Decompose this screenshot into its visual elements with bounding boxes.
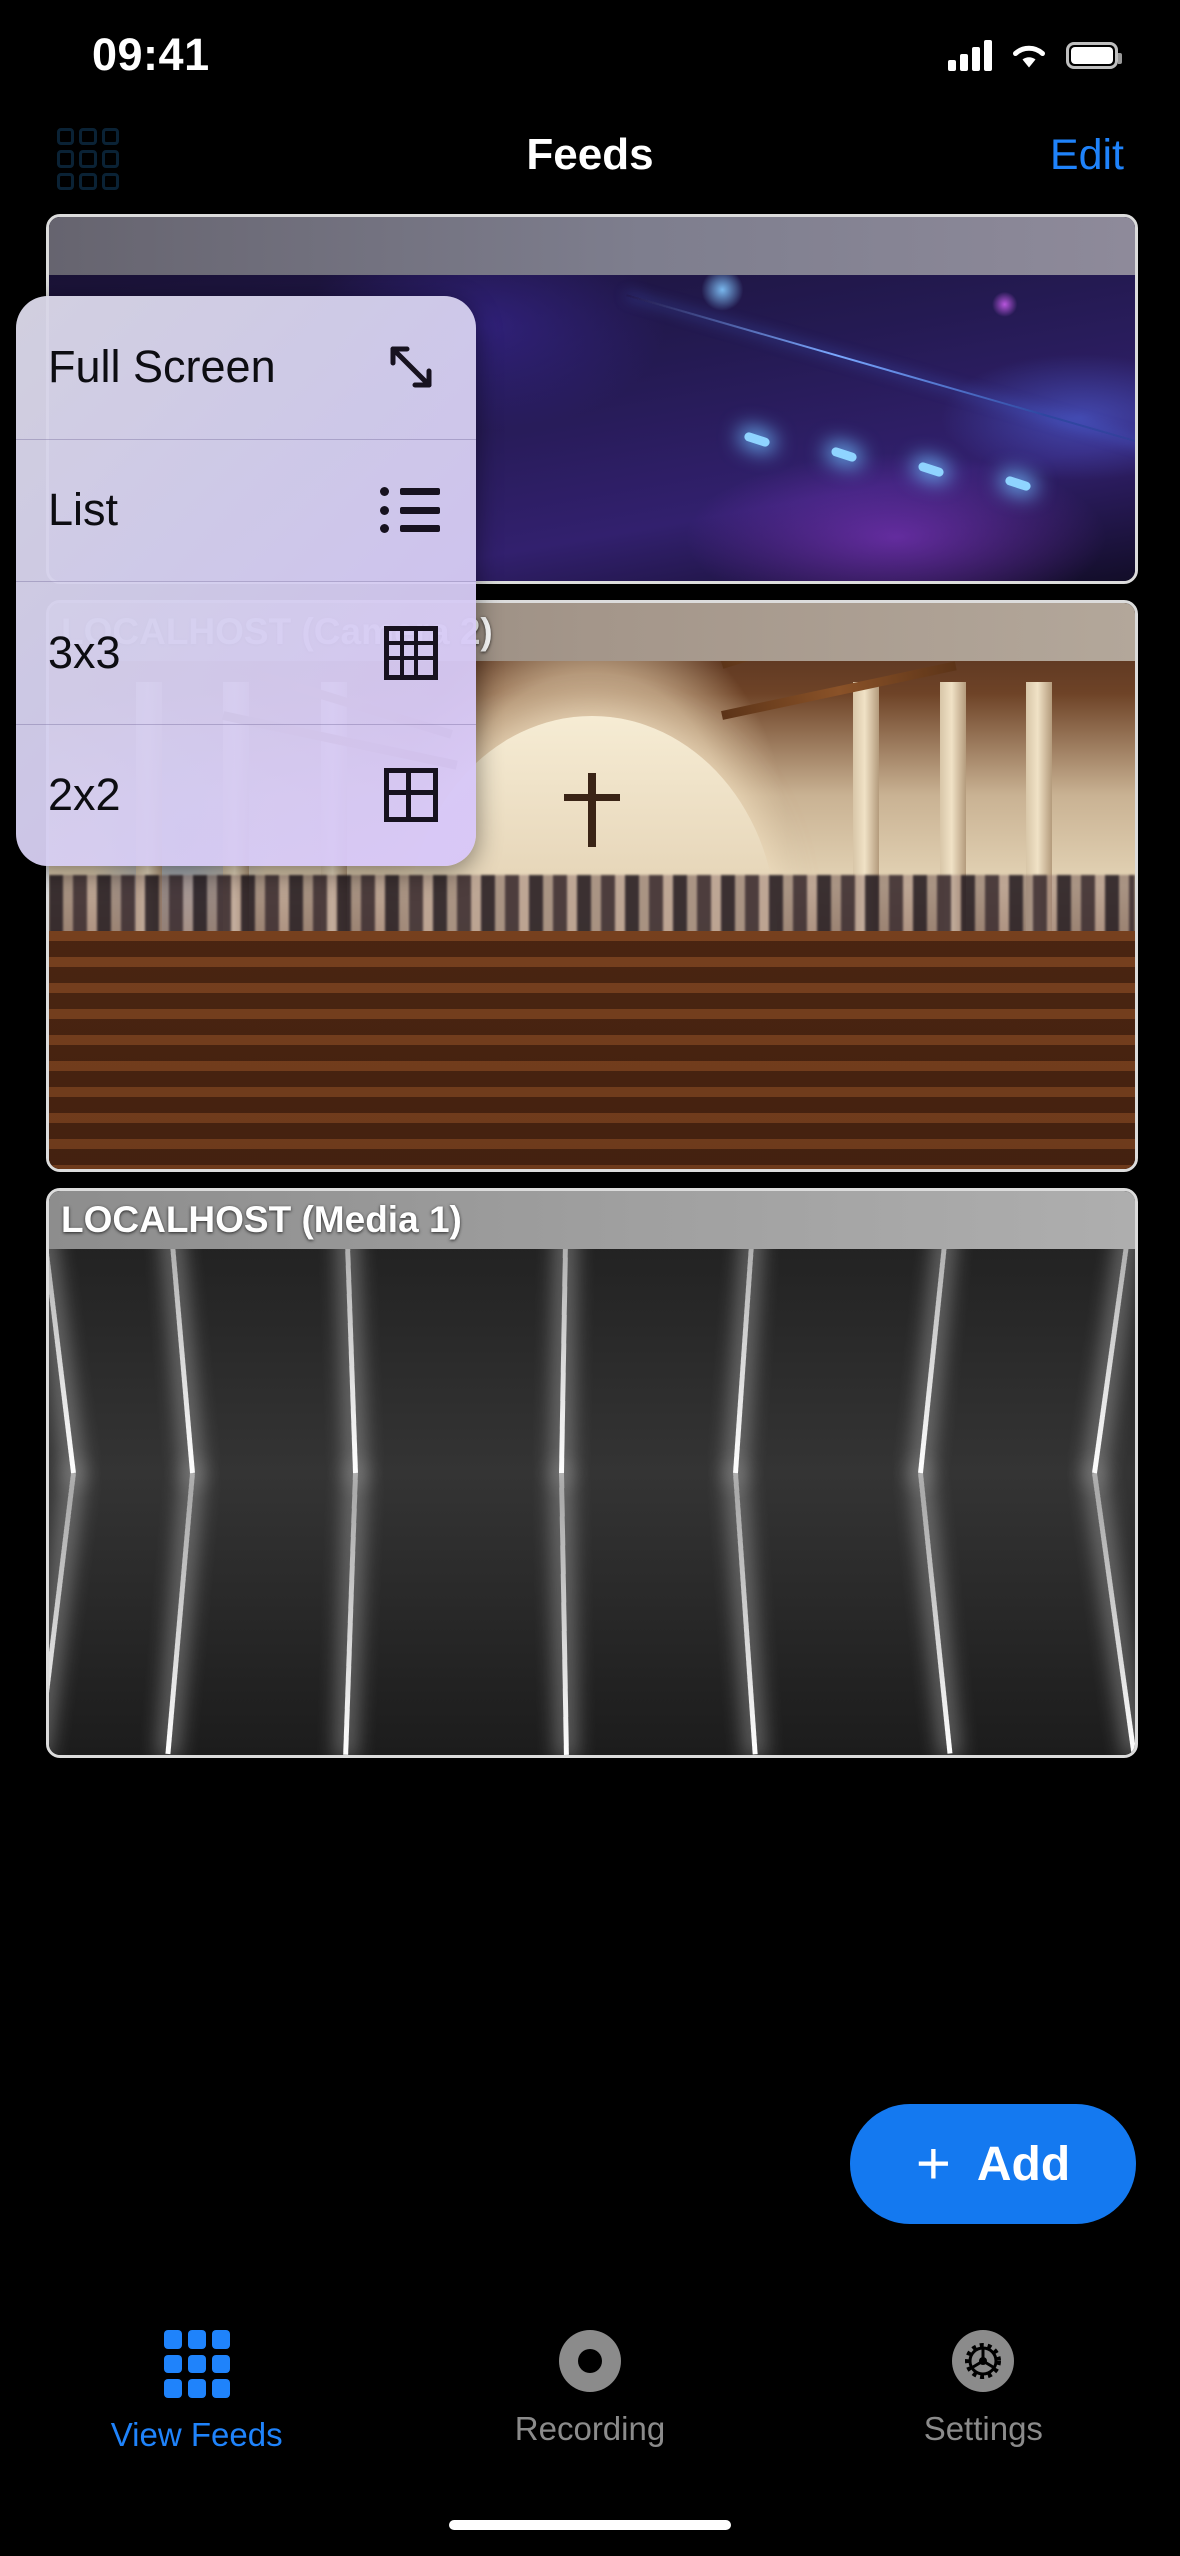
feed-label [49, 217, 1135, 275]
home-indicator [449, 2520, 731, 2530]
grid-2x2-icon [380, 764, 442, 826]
tab-settings[interactable]: Settings [787, 2330, 1180, 2448]
add-button-label: Add [976, 2137, 1071, 2191]
tab-recording[interactable]: Recording [393, 2330, 786, 2448]
navigation-bar: Feeds Edit [0, 110, 1180, 200]
cellular-signal-icon [948, 39, 992, 71]
menu-item-label: 3x3 [48, 626, 121, 678]
tab-label: Recording [514, 2410, 666, 2447]
plus-icon: + [915, 2130, 951, 2197]
menu-item-label: List [48, 484, 119, 536]
add-button[interactable]: + Add [850, 2104, 1136, 2224]
gear-icon [952, 2330, 1015, 2392]
tab-label: View Feeds [110, 2416, 283, 2453]
tab-bar: View Feeds Recording Settings [0, 2300, 1180, 2556]
status-time: 09:41 [92, 29, 210, 80]
feed-label: LOCALHOST (Media 1) [49, 1191, 1135, 1249]
menu-item-2x2[interactable]: 2x2 [16, 723, 476, 867]
menu-item-3x3[interactable]: 3x3 [16, 581, 476, 724]
bulleted-list-icon [380, 479, 442, 541]
edit-button[interactable]: Edit [1050, 110, 1124, 200]
layout-menu: Full Screen List 3x3 2x2 [16, 296, 476, 866]
menu-item-full-screen[interactable]: Full Screen [16, 296, 476, 439]
status-indicators [948, 39, 1122, 71]
feed-video-neon [49, 1191, 1135, 1755]
tab-view-feeds[interactable]: View Feeds [0, 2330, 393, 2454]
grid-feeds-icon [163, 2330, 230, 2398]
tab-label: Settings [923, 2410, 1043, 2447]
feed-card[interactable]: LOCALHOST (Media 1) [46, 1188, 1138, 1758]
page-title: Feeds [526, 130, 654, 179]
battery-icon [1066, 41, 1122, 69]
record-circle-icon [558, 2330, 621, 2392]
menu-item-list[interactable]: List [16, 438, 476, 582]
grid-3x3-icon [380, 622, 442, 684]
app-screen: 09:41 Feeds Edit 2) LOCALHOST (Media 1) … [0, 0, 1180, 2556]
menu-item-label: Full Screen [48, 341, 276, 393]
wifi-icon [1009, 40, 1049, 70]
expand-diagonal-arrows-icon [380, 336, 442, 398]
status-bar: 09:41 [0, 0, 1180, 110]
menu-item-label: 2x2 [48, 769, 121, 821]
